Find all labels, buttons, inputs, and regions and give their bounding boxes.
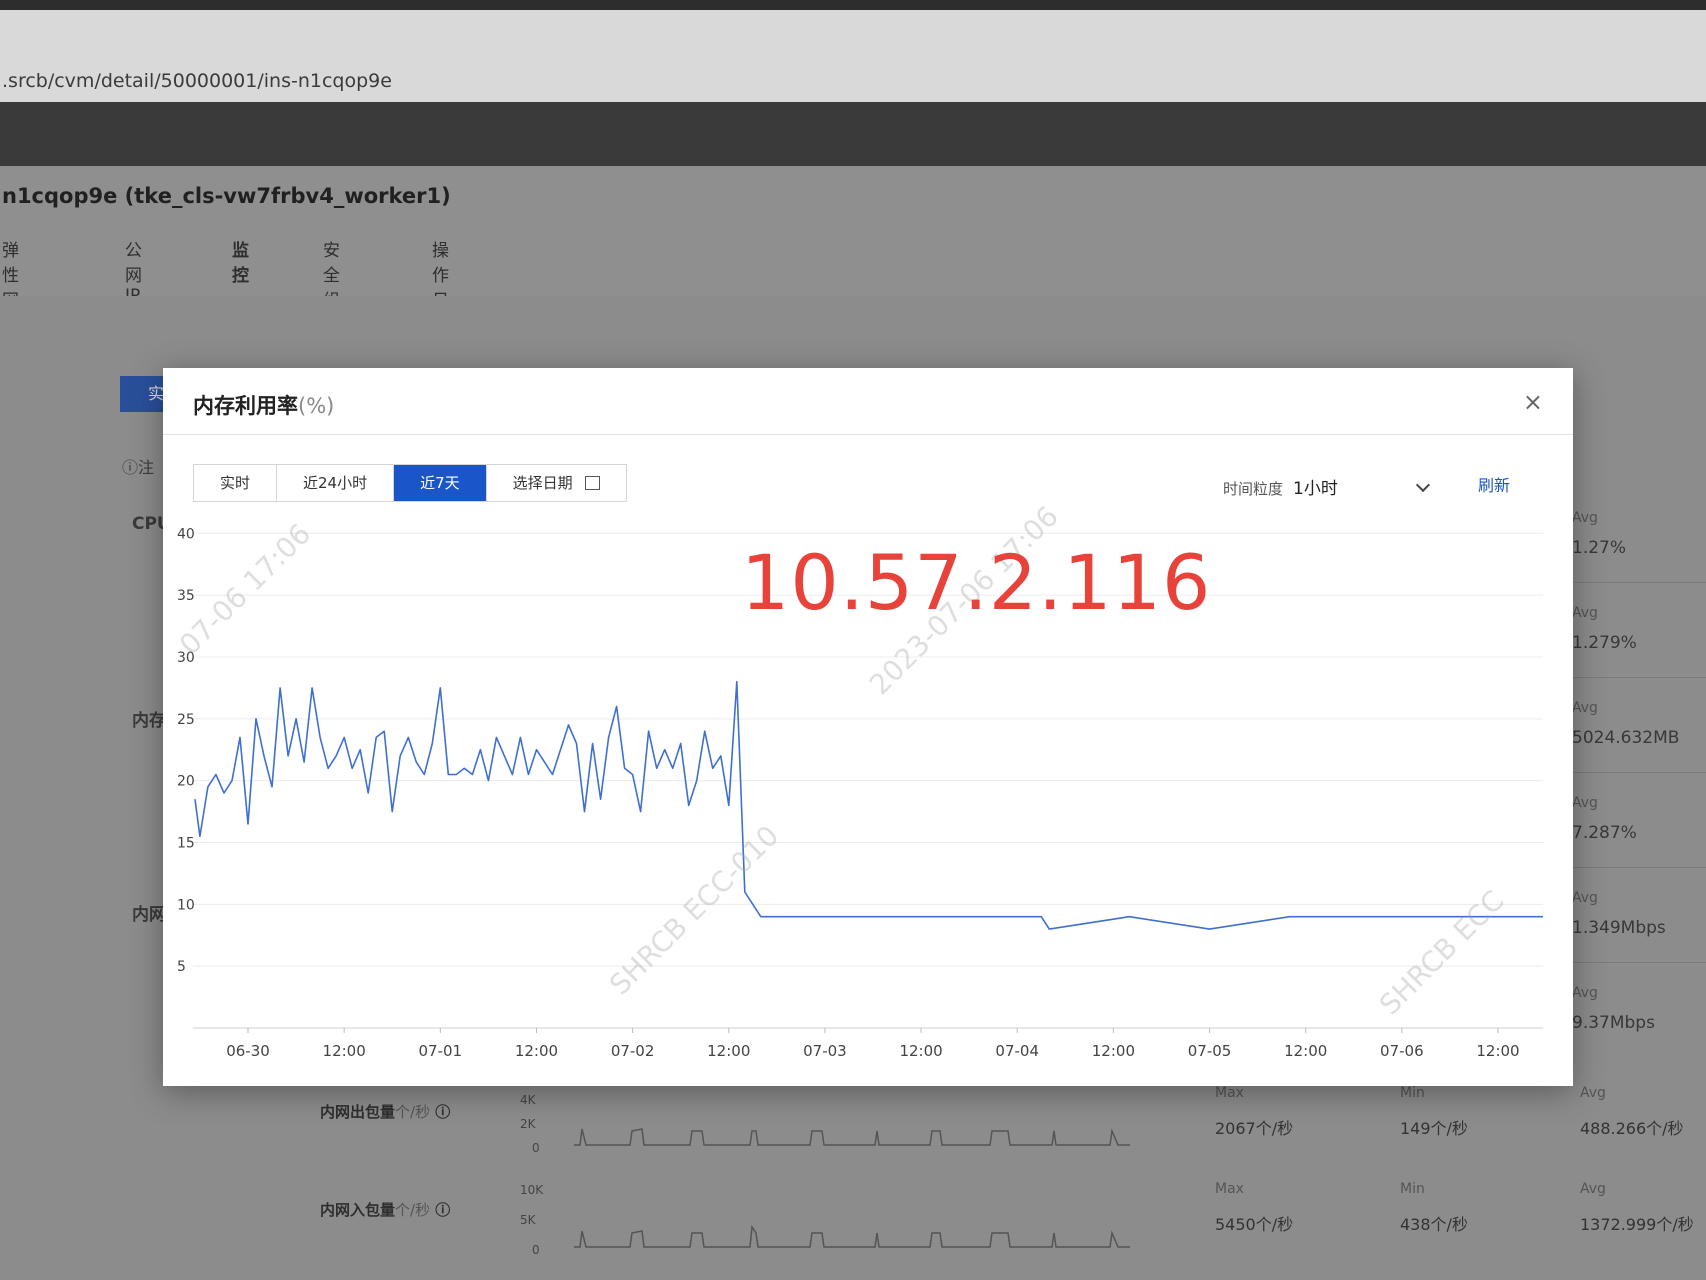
axis-tick: 0 — [532, 1141, 540, 1155]
x-tick-label: 12:00 — [899, 1042, 942, 1060]
x-tick-label: 12:00 — [707, 1042, 750, 1060]
browser-top-edge — [0, 0, 1706, 10]
x-tick-label: 07-05 — [1188, 1042, 1232, 1060]
y-tick-label: 35 — [177, 588, 195, 604]
x-tick-label: 06-30 — [226, 1042, 270, 1060]
x-tick-label: 12:00 — [515, 1042, 558, 1060]
y-tick-label: 40 — [177, 526, 195, 542]
instance-title: n1cqop9e (tke_cls-vw7frbv4_worker1) — [2, 184, 451, 208]
metric-label: 内网出包量个/秒 ⓘ — [320, 1103, 451, 1121]
stat-max: Max 5450个/秒 — [1215, 1181, 1294, 1234]
axis-tick: 0 — [532, 1243, 540, 1257]
address-bar[interactable]: .srcb/cvm/detail/50000001/ins-n1cqop9e — [0, 10, 1706, 103]
metric-row-in-packets: 内网入包量个/秒 ⓘ 10K 5K 0 Max 5450个/秒 Min 438个/秒… — [300, 1181, 1706, 1273]
x-tick-label: 12:00 — [1284, 1042, 1327, 1060]
axis-tick: 10K — [520, 1183, 544, 1197]
divider — [1572, 962, 1706, 963]
y-tick-label: 10 — [177, 897, 195, 913]
stat-avg: Avg 1.27% — [1572, 510, 1627, 558]
ip-overlay-text: 10.57.2.116 — [741, 538, 1212, 627]
x-tick-label: 07-03 — [803, 1042, 847, 1060]
stat-max: Max 2067个/秒 — [1215, 1085, 1294, 1138]
metric-row-out-packets: 内网出包量个/秒 ⓘ 4K 2K 0 Max 2067个/秒 Min 149个/秒 … — [300, 1085, 1706, 1175]
x-tick-label: 12:00 — [323, 1042, 366, 1060]
memory-usage-chart: 51015202530354006-30 12:00 07-01 12:00 07-02… — [177, 526, 1543, 1060]
tab-monitoring[interactable]: 监控 — [220, 236, 261, 299]
memory-usage-modal: 内存利用率(%) × 实时 近24小时 近7天 选择日期 时间粒度 1小时 刷新 … — [163, 368, 1573, 1086]
memory-label: 内存 — [132, 711, 166, 731]
metric-label: 内网入包量个/秒 ⓘ — [320, 1201, 451, 1219]
y-tick-label: 25 — [177, 712, 195, 728]
stat-min: Min 149个/秒 — [1400, 1085, 1468, 1138]
stat-min: Min 438个/秒 — [1400, 1181, 1468, 1234]
stat-avg: Avg 1372.999个/秒 — [1580, 1181, 1694, 1234]
console-top-nav — [0, 102, 1706, 166]
divider — [1572, 582, 1706, 583]
stat-avg: Avg 9.37Mbps — [1572, 985, 1655, 1033]
axis-tick: 5K — [520, 1213, 536, 1227]
x-tick-label: 07-06 — [1380, 1042, 1424, 1060]
x-tick-label: 12:00 — [1476, 1042, 1519, 1060]
axis-tick: 2K — [520, 1117, 536, 1131]
note-text: ⓘ注 — [122, 458, 155, 477]
x-tick-label: 07-01 — [419, 1042, 463, 1060]
mini-sparkline — [574, 1224, 1130, 1248]
divider — [1572, 772, 1706, 773]
x-tick-label: 12:00 — [1092, 1042, 1135, 1060]
instance-header: n1cqop9e (tke_cls-vw7frbv4_worker1) 弹性网卡… — [0, 166, 1706, 336]
y-tick-label: 20 — [177, 774, 195, 790]
x-tick-label: 07-04 — [995, 1042, 1039, 1060]
stat-avg: Avg 1.349Mbps — [1572, 890, 1666, 938]
stat-avg: Avg 488.266个/秒 — [1580, 1085, 1684, 1138]
network-label: 内网 — [132, 905, 166, 925]
y-tick-label: 15 — [177, 835, 195, 851]
url-text[interactable]: .srcb/cvm/detail/50000001/ins-n1cqop9e — [2, 70, 392, 92]
stat-avg: Avg 5024.632MB — [1572, 700, 1680, 748]
x-tick-label: 07-02 — [611, 1042, 655, 1060]
mini-sparkline — [574, 1128, 1130, 1146]
stat-avg: Avg 7.287% — [1572, 795, 1637, 843]
axis-tick: 4K — [520, 1093, 536, 1107]
divider — [1572, 867, 1706, 868]
y-tick-label: 5 — [177, 959, 186, 975]
divider — [1572, 677, 1706, 678]
stat-avg: Avg 1.279% — [1572, 605, 1637, 653]
